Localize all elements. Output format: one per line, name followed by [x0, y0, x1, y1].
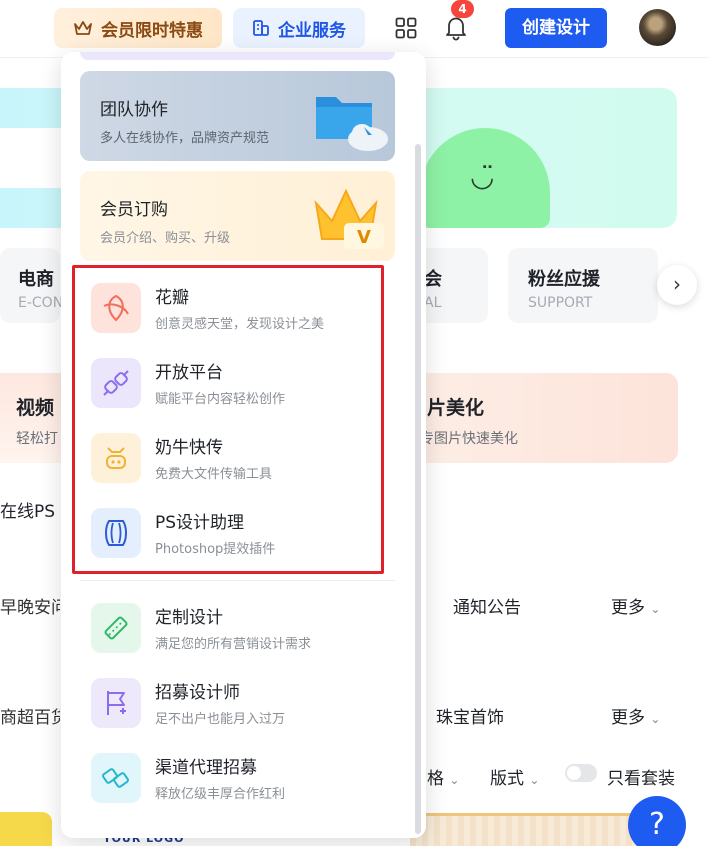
banner-title: 团队协作: [100, 100, 168, 120]
flag-plus-icon: [91, 678, 141, 728]
menu-item-open-platform[interactable]: 开放平台 赋能平台内容轻松创作: [79, 350, 379, 420]
category-sub: E-CON: [18, 295, 64, 311]
chevron-down-icon: ⌄: [529, 773, 540, 787]
only-set-label: 只看套装: [607, 769, 675, 789]
more-label: 更多: [611, 708, 645, 728]
menu-item-sub: 赋能平台内容轻松创作: [155, 392, 286, 407]
menu-item-ps-assistant[interactable]: PS设计助理 Photoshop提效插件: [79, 500, 379, 570]
ps-assistant-icon: [91, 508, 141, 558]
promo-photo-sub: 专图片快速美化: [420, 431, 518, 447]
notification-badge: 4: [451, 0, 474, 18]
menu-divider: [80, 580, 395, 581]
filter-dropdown-1[interactable]: 格 ⌄: [427, 764, 459, 789]
menu-item-sub: 释放亿级丰厚合作红利: [155, 787, 286, 802]
menu-item-sub: 免费大文件传输工具: [155, 467, 273, 482]
crown-icon: [74, 21, 92, 35]
more-link-2[interactable]: 更多 ⌄: [611, 703, 660, 728]
category-sub: SUPPORT: [528, 295, 593, 311]
category-sub: AL: [424, 295, 442, 311]
custom-design-icon: [91, 603, 141, 653]
vip-offer-button[interactable]: 会员限时特惠: [54, 8, 222, 48]
building-icon: [253, 20, 269, 36]
filter-label: 版式: [490, 769, 524, 789]
promo-video-sub: 轻松打: [16, 431, 58, 447]
hero-gap: [0, 128, 70, 188]
menu-item-title: 定制设计: [155, 608, 223, 628]
dropdown-scrollbar[interactable]: [415, 144, 421, 834]
cow-icon: [91, 433, 141, 483]
menu-item-huaban[interactable]: 花瓣 创意灵感天堂，发现设计之美: [79, 275, 379, 345]
menu-item-sub: 创意灵感天堂，发现设计之美: [155, 317, 325, 332]
petal-icon: [91, 283, 141, 333]
menu-item-sub: 足不出户也能月入过万: [155, 712, 286, 727]
notification-bell-icon[interactable]: [443, 14, 469, 42]
menu-item-title: 渠道代理招募: [155, 758, 257, 778]
team-collaboration-banner[interactable]: 团队协作 多人在线协作，品牌资产规范: [80, 71, 395, 161]
promo-photo-title: 片美化: [427, 397, 485, 419]
help-button[interactable]: ?: [628, 796, 686, 846]
tab-jewelry[interactable]: 珠宝首饰: [436, 703, 504, 728]
menu-item-title: 奶牛快传: [155, 438, 223, 458]
menu-item-custom-design[interactable]: 定制设计 满足您的所有营销设计需求: [79, 595, 379, 665]
apps-grid-icon[interactable]: [395, 17, 417, 39]
vip-crown-icon: V: [314, 188, 384, 249]
smiley-face-icon: ◡̈: [470, 160, 495, 193]
category-title: 粉丝应援: [528, 269, 600, 290]
enterprise-service-label: 企业服务: [278, 20, 346, 41]
enterprise-services-dropdown: 团队协作 多人在线协作，品牌资产规范 会员订购 会员介绍、购买、升级 V 花瓣: [61, 52, 426, 838]
create-design-button[interactable]: 创建设计: [505, 8, 607, 48]
banner-sub: 多人在线协作，品牌资产规范: [100, 131, 270, 146]
section-online-ps[interactable]: 在线PS: [0, 497, 55, 522]
chevron-down-icon: ⌄: [650, 602, 661, 616]
promo-video-title: 视频: [16, 397, 55, 419]
banner-title: 会员订购: [100, 200, 168, 220]
menu-item-sub: 满足您的所有营销设计需求: [155, 637, 312, 652]
tab-supermarket[interactable]: 商超百货: [0, 703, 60, 728]
banner-sub: 会员介绍、购买、升级: [100, 231, 231, 246]
filter-dropdown-layout[interactable]: 版式 ⌄: [490, 764, 539, 789]
next-arrow-button[interactable]: ›: [657, 265, 697, 305]
top-header: 会员限时特惠 企业服务 4 创建设计: [0, 0, 709, 58]
tab-greetings[interactable]: 早晚安问候: [0, 593, 60, 618]
menu-item-title: 招募设计师: [155, 683, 240, 703]
vip-offer-label: 会员限时特惠: [101, 20, 203, 41]
chevron-down-icon: ⌄: [449, 773, 460, 787]
tab-notices[interactable]: 通知公告: [453, 593, 521, 618]
category-title: 会: [424, 269, 442, 290]
previous-banner-edge: [80, 52, 395, 60]
plug-icon: [91, 358, 141, 408]
menu-item-sub: Photoshop提效插件: [155, 542, 276, 557]
membership-banner[interactable]: 会员订购 会员介绍、购买、升级 V: [80, 171, 395, 261]
category-title: 电商: [18, 269, 54, 290]
menu-item-title: 开放平台: [155, 363, 223, 383]
svg-text:V: V: [357, 227, 371, 248]
menu-item-title: 花瓣: [155, 288, 189, 308]
enterprise-service-button[interactable]: 企业服务: [233, 8, 365, 48]
chevron-down-icon: ⌄: [650, 712, 661, 726]
user-avatar[interactable]: [639, 9, 676, 46]
more-link-1[interactable]: 更多 ⌄: [611, 593, 660, 618]
menu-item-title: PS设计助理: [155, 513, 245, 533]
template-thumbnail[interactable]: [0, 812, 52, 846]
menu-item-recruit-designer[interactable]: 招募设计师 足不出户也能月入过万: [79, 670, 379, 740]
only-set-toggle[interactable]: [565, 764, 597, 782]
more-label: 更多: [611, 598, 645, 618]
menu-item-cowtransfer[interactable]: 奶牛快传 免费大文件传输工具: [79, 425, 379, 495]
cloud-folder-icon: [316, 97, 388, 151]
menu-item-channel-agent[interactable]: 渠道代理招募 释放亿级丰厚合作红利: [79, 745, 379, 815]
handshake-icon: [91, 753, 141, 803]
filter-label: 格: [427, 769, 444, 789]
